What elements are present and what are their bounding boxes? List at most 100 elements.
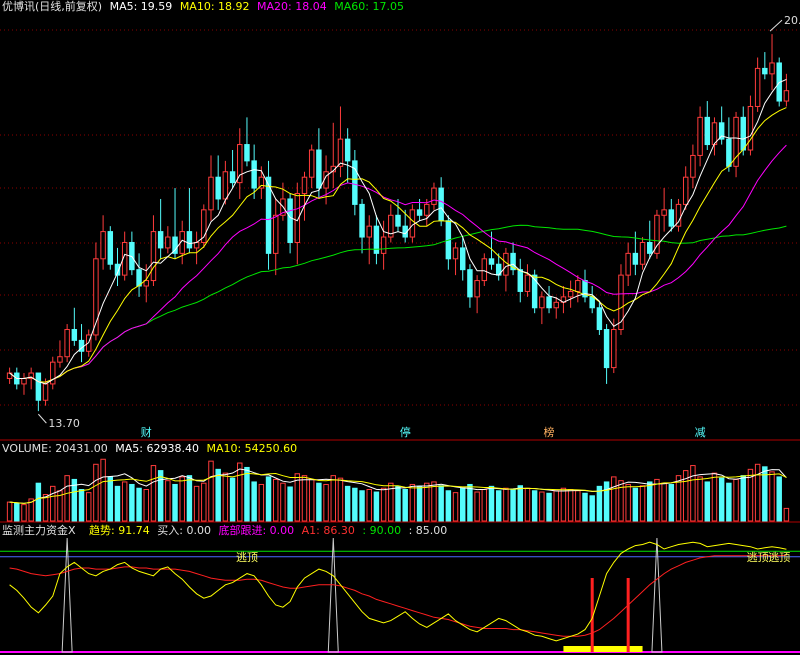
volume-bar: [258, 483, 265, 522]
candle-body: [344, 138, 351, 162]
volume-bar: [129, 483, 135, 522]
volume-bar: [560, 487, 567, 522]
candle-body: [524, 274, 531, 292]
volume-bar: [647, 481, 653, 522]
escape-top-label-3: 逃顶: [768, 551, 790, 564]
candle-body: [682, 176, 689, 205]
candle-body: [575, 280, 581, 292]
escape-top-label-1: 逃顶: [236, 551, 258, 564]
volume-bar: [330, 475, 336, 522]
volume-bar: [409, 483, 416, 522]
low-arrow: [37, 413, 47, 424]
volume-bar: [373, 491, 380, 522]
candle-body: [272, 214, 279, 254]
volume-bar: [531, 490, 538, 522]
candle-body: [100, 231, 106, 260]
candle-body: [380, 236, 387, 254]
volume-bar: [280, 482, 286, 522]
volume-bar: [452, 492, 459, 522]
volume-bar: [6, 501, 13, 522]
candle-body: [71, 329, 78, 341]
candle-body: [553, 301, 559, 309]
ma5-line: [9, 78, 787, 385]
candle-body: [136, 269, 142, 287]
volume-bar: [474, 491, 480, 522]
candle-body: [337, 138, 344, 167]
volume-bar: [783, 507, 790, 522]
volume-bar: [172, 483, 178, 522]
volume-bar: [467, 483, 473, 522]
volume-bar: [661, 482, 667, 522]
volume-bar: [42, 494, 49, 522]
candle-body: [467, 269, 473, 298]
volume-bar: [769, 471, 775, 522]
volume-bar: [308, 478, 315, 522]
volume-bar: [754, 463, 761, 522]
candle-body: [316, 149, 322, 189]
volume-bar: [100, 458, 106, 522]
candle-body: [157, 231, 164, 249]
volume-bar: [697, 476, 703, 522]
volume-bar: [539, 491, 545, 522]
volume-bar: [64, 475, 70, 522]
event-marker-1: 财: [141, 425, 152, 439]
volume-bar: [575, 490, 581, 522]
candle-body: [517, 269, 524, 292]
candle-body: [769, 62, 775, 75]
candle-body: [474, 280, 480, 298]
volume-bar: [718, 477, 725, 522]
volume-bar: [136, 487, 142, 522]
event-marker-3: 榜: [544, 425, 555, 439]
candle-body: [661, 209, 667, 216]
candle-body: [229, 171, 236, 184]
volume-bar: [114, 485, 121, 522]
volume-bar: [208, 460, 214, 522]
candle-body: [460, 247, 466, 271]
volume-bar: [639, 485, 646, 522]
volume-bar: [35, 482, 42, 522]
candle-body: [416, 209, 423, 216]
volume-bar: [589, 495, 595, 522]
candle-body: [35, 372, 42, 401]
candle-body: [567, 290, 574, 298]
volume-bar: [668, 483, 675, 522]
volume-bar: [524, 487, 531, 522]
volume-bar: [424, 482, 430, 522]
candle-body: [215, 176, 221, 200]
signal-spike-2: [327, 537, 339, 653]
volume-bar: [366, 489, 372, 522]
candle-body: [107, 231, 114, 265]
candle-body: [697, 116, 703, 156]
volume-bar: [488, 485, 495, 522]
candle-body: [704, 116, 711, 146]
candle-body: [726, 138, 732, 167]
candle-body: [395, 214, 401, 227]
volume-bar: [165, 480, 171, 522]
volume-bar: [704, 481, 711, 522]
volume-bar: [582, 492, 588, 522]
volume-bar: [287, 486, 293, 522]
candle-body: [740, 116, 746, 151]
volume-bar: [438, 485, 444, 522]
volume-bar: [50, 485, 56, 522]
candle-body: [366, 225, 372, 238]
volume-bar: [380, 487, 387, 522]
candle-body: [301, 176, 308, 195]
volume-bar: [193, 485, 200, 522]
event-marker-4: 减: [695, 426, 706, 439]
volume-bar: [157, 470, 164, 522]
stock-chart[interactable]: 20.6313.70财停榜减逃顶逃顶逃顶: [0, 0, 800, 655]
volume-bar: [352, 487, 358, 522]
candle-body: [409, 209, 416, 238]
candle-body: [625, 252, 631, 276]
volume-bar: [229, 477, 236, 522]
event-marker-2: 停: [400, 425, 411, 439]
volume-bar: [344, 485, 351, 522]
candle-body: [193, 241, 200, 249]
volume-bar: [301, 475, 308, 522]
volume-bar: [510, 489, 516, 522]
candle-body: [754, 67, 761, 107]
volume-bar: [323, 483, 329, 522]
volume-bar: [93, 463, 99, 522]
candle-body: [632, 252, 639, 265]
